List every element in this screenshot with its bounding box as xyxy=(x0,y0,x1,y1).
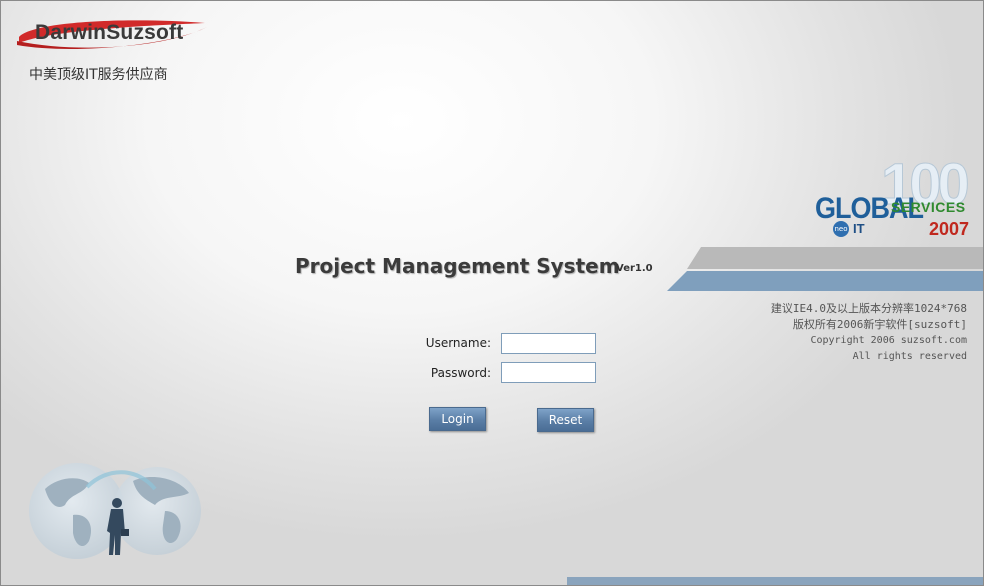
info-block: 建议IE4.0及以上版本分辨率1024*768 版权所有2006新宇软件[suz… xyxy=(771,301,967,365)
tagline: 中美顶级IT服务供应商 xyxy=(29,67,168,83)
badge-services: SERVICES xyxy=(891,199,966,215)
badge-year: 2007 xyxy=(929,219,970,239)
neo-icon: neo xyxy=(833,221,849,237)
browser-note: 建议IE4.0及以上版本分辨率1024*768 xyxy=(770,302,967,315)
logo-text: DarwinSuzsoft xyxy=(35,21,184,44)
copyright-text: Copyright 2006 suzsoft.com xyxy=(810,335,967,346)
rights-en: All rights reserved xyxy=(852,351,967,362)
badge-it: IT xyxy=(853,221,865,236)
globe-businessman-image xyxy=(29,463,201,559)
version-label: Ver1.0 xyxy=(616,263,653,274)
page-title: Project Management System xyxy=(295,254,620,278)
password-label: Password: xyxy=(430,366,491,380)
username-label: Username: xyxy=(425,336,491,350)
global-services-badge: 100 GLOBAL SERVICES neo IT 2007 xyxy=(813,152,973,247)
password-input[interactable] xyxy=(501,362,596,383)
username-input[interactable] xyxy=(501,333,596,354)
reset-button[interactable]: Reset xyxy=(537,408,594,432)
bottom-bar xyxy=(567,577,983,585)
rights-cn: 版权所有2006新宇软件[suzsoft] xyxy=(792,318,967,331)
darwinsuzsoft-logo: DarwinSuzsoft xyxy=(13,15,213,55)
login-page: DarwinSuzsoft 中美顶级IT服务供应商 100 GLOBAL SER… xyxy=(0,0,984,586)
login-button[interactable]: Login xyxy=(429,407,486,431)
